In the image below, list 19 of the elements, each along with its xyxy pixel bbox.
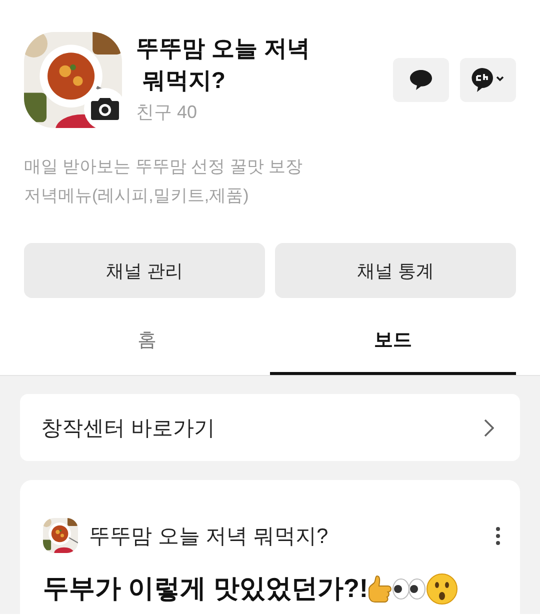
thumbs-up-icon xyxy=(368,574,392,604)
post-author: 뚜뚜맘 오늘 저녁 뭐먹지? xyxy=(89,524,330,550)
chevron-right-icon xyxy=(484,418,494,436)
tab[interactable]: 홈 xyxy=(24,308,270,375)
channel-icon xyxy=(471,68,505,92)
camera-icon xyxy=(91,98,119,120)
channel-description: 매일 받아보는 뚜뚜맘 선정 꿀맛 보장 저녁메뉴(레시피,밀키트,제품) xyxy=(24,156,304,207)
creator-center-link[interactable]: 창작센터 바로가기 xyxy=(20,394,520,461)
post-title: 두부가 이렇게 맛있었던가?! xyxy=(43,572,368,605)
more-icon[interactable] xyxy=(496,526,500,544)
eyes-icon xyxy=(392,578,426,600)
chat-button[interactable] xyxy=(393,58,449,102)
channel-name: 뚜뚜맘 오늘 저녁 뭐먹지? xyxy=(136,34,311,95)
surprised-face-icon xyxy=(426,572,458,604)
speech-bubble-icon xyxy=(410,70,432,90)
action-button[interactable]: 채널 통계 xyxy=(275,243,516,298)
friend-count: 친구 40 xyxy=(136,101,198,124)
action-button[interactable]: 채널 관리 xyxy=(24,243,265,298)
channel-menu-button[interactable] xyxy=(460,58,516,102)
